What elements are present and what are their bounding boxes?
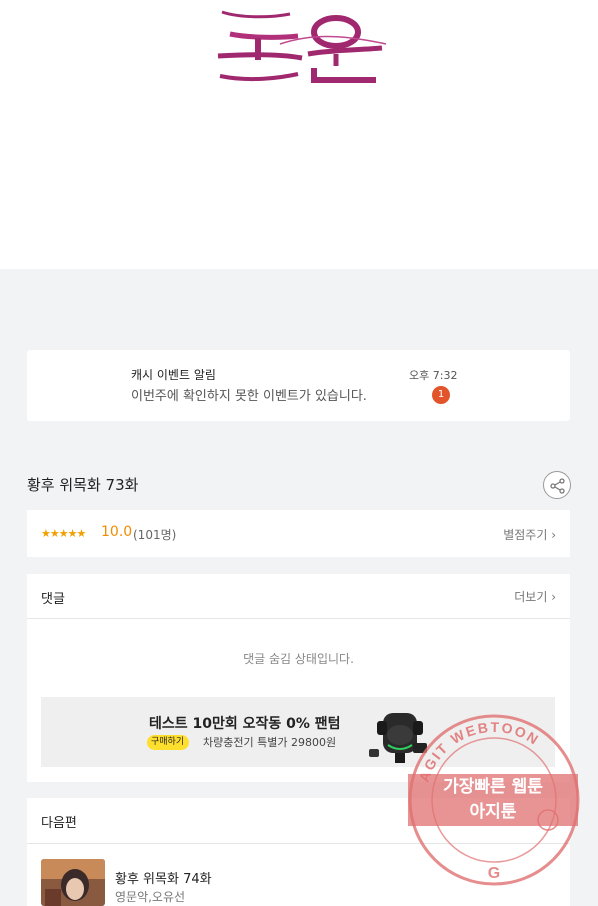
rating-bar: ★★★★★ 10.0 (101명) 별점주기 ›: [27, 510, 570, 557]
notification-badge: 1: [432, 386, 450, 404]
cash-event-notification[interactable]: 캐시 이벤트 알림 이번주에 확인하지 못한 이벤트가 있습니다. 오후 7:3…: [27, 350, 570, 421]
share-icon: [550, 478, 565, 494]
hero-banner: [0, 0, 598, 269]
star-rating-icon: ★★★★★: [41, 527, 86, 540]
svg-text:G: G: [488, 865, 500, 882]
next-episode-author: 영문악,오유선: [115, 890, 186, 904]
episode-title: 황후 위목화 73화: [27, 476, 139, 494]
rating-score: 10.0: [101, 524, 133, 540]
comments-more-button[interactable]: 더보기 ›: [514, 588, 556, 605]
comments-hidden-message: 댓글 숨김 상태입니다.: [243, 652, 354, 666]
watermark-line2: 아지툰: [469, 802, 517, 822]
share-button[interactable]: [543, 471, 571, 499]
divider: [27, 618, 570, 619]
notification-message: 이번주에 확인하지 못한 이벤트가 있습니다.: [131, 389, 367, 404]
notification-title: 캐시 이벤트 알림: [131, 368, 216, 382]
comments-title: 댓글: [41, 592, 65, 607]
notification-time: 오후 7:32: [409, 369, 458, 382]
ad-buy-tag[interactable]: 구매하기: [147, 735, 190, 750]
thumbnail-image: [41, 859, 105, 906]
rating-count: (101명): [133, 528, 177, 542]
ad-title: 테스트 10만회 오작동 0% 팬텀: [149, 716, 341, 732]
next-episode-thumbnail[interactable]: [41, 859, 105, 906]
logo-image: [217, 10, 387, 83]
next-episode-heading: 다음편: [41, 816, 77, 831]
watermark-line1: 가장빠른 웹툰: [443, 777, 543, 797]
ad-description: 차량충전기 특별가 29800원: [203, 736, 337, 749]
watermark-label: 가장빠른 웹툰 아지툰: [408, 774, 578, 826]
next-episode-title[interactable]: 황후 위목화 74화: [115, 868, 212, 887]
rate-button[interactable]: 별점주기 ›: [503, 526, 556, 543]
